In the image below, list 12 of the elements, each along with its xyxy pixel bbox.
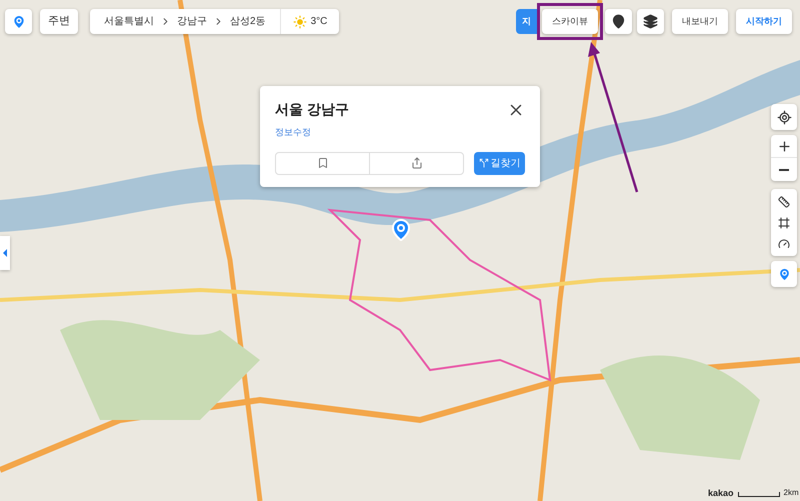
action-button[interactable]: 시작하기 [736, 9, 792, 34]
place-title: 서울 강남구 [275, 100, 349, 119]
edit-info-link[interactable]: 정보수정 [275, 126, 311, 140]
nearby-button[interactable]: 주변 [40, 9, 78, 34]
scale-label: 2km [784, 487, 799, 499]
kakao-logo: kakao [708, 487, 734, 499]
action-button[interactable]: 내보내기 [672, 9, 728, 34]
breadcrumb-link[interactable]: 서울특별시 [102, 14, 156, 29]
map-type-tab[interactable]: 스카이뷰 [542, 9, 598, 34]
temperature-text: 3°C [310, 15, 328, 29]
breadcrumb-link[interactable]: 삼성2동 [228, 14, 268, 29]
breadcrumb-link[interactable]: 강남구 [175, 14, 209, 29]
